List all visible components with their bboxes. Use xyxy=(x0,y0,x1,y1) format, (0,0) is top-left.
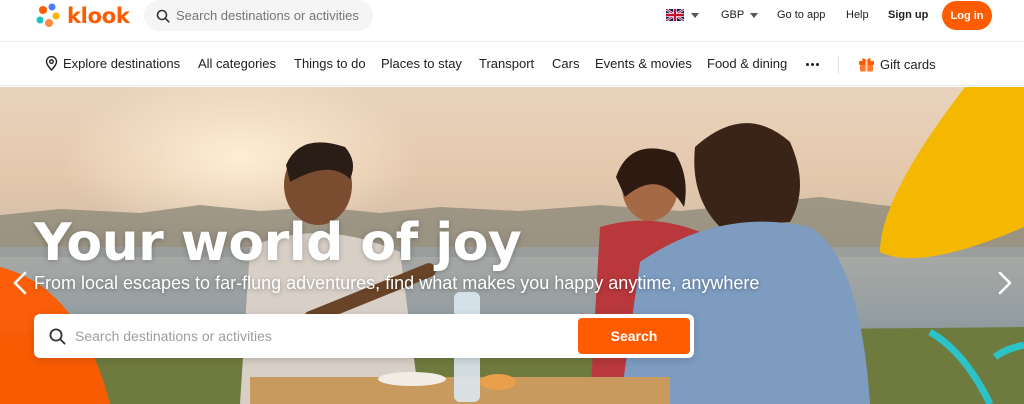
search-icon xyxy=(156,9,170,23)
nav-food-dining[interactable]: Food & dining xyxy=(707,56,787,71)
carousel-prev-icon[interactable] xyxy=(10,270,30,296)
currency-label: GBP xyxy=(721,9,745,21)
klook-logo-icon xyxy=(36,3,60,27)
header-search[interactable] xyxy=(144,0,373,31)
help-link[interactable]: Help xyxy=(846,9,869,21)
header-search-input[interactable] xyxy=(176,8,366,23)
nav-places-to-stay[interactable]: Places to stay xyxy=(381,56,462,71)
carousel-next-icon[interactable] xyxy=(995,270,1015,296)
uk-flag-icon xyxy=(666,9,684,21)
nav-all-categories[interactable]: All categories xyxy=(198,56,276,71)
explore-destinations-label: Explore destinations xyxy=(63,56,181,71)
nav-divider xyxy=(838,56,839,74)
hero-search-input[interactable] xyxy=(75,328,555,344)
go-to-app-link[interactable]: Go to app xyxy=(777,9,825,21)
nav-transport[interactable]: Transport xyxy=(479,56,534,71)
gift-icon xyxy=(859,58,874,72)
sign-up-link[interactable]: Sign up xyxy=(888,9,928,21)
nav-cars[interactable]: Cars xyxy=(552,56,579,71)
nav-things-to-do[interactable]: Things to do xyxy=(294,56,366,71)
search-icon xyxy=(49,328,66,345)
hero-title: Your world of joy xyxy=(34,213,522,273)
gift-cards-label: Gift cards xyxy=(880,56,936,72)
log-in-button[interactable]: Log in xyxy=(942,1,992,30)
more-dots-icon[interactable] xyxy=(806,63,819,66)
brand-name: klook xyxy=(67,4,130,28)
hero-search-bar[interactable]: Search xyxy=(34,314,694,358)
category-nav: Explore destinations All categories Thin… xyxy=(0,41,1024,86)
location-pin-icon xyxy=(45,56,58,71)
language-selector[interactable] xyxy=(666,9,699,21)
hero-banner: Your world of joy From local escapes to … xyxy=(0,87,1024,404)
hero-subtitle: From local escapes to far-flung adventur… xyxy=(34,273,760,293)
explore-destinations-link[interactable]: Explore destinations xyxy=(45,56,180,71)
currency-selector[interactable]: GBP xyxy=(721,9,759,21)
nav-events-movies[interactable]: Events & movies xyxy=(595,56,692,71)
search-button[interactable]: Search xyxy=(578,318,690,354)
top-bar: klook GBP Go to app Help Sign up Log in xyxy=(0,0,1024,40)
klook-logo[interactable]: klook xyxy=(34,3,130,28)
gift-cards-link[interactable]: Gift cards xyxy=(858,56,936,72)
chevron-down-icon xyxy=(691,12,699,18)
chevron-down-icon xyxy=(750,12,759,18)
